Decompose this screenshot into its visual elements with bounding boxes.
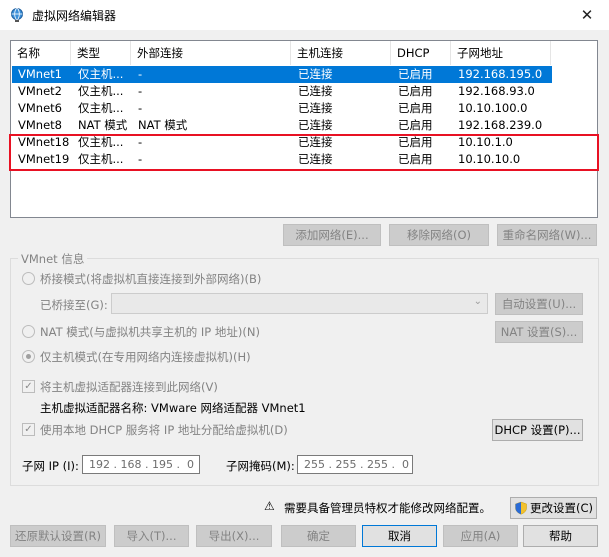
cell-name: VMnet6 [18,101,62,115]
cell-dhcp: 已启用 [398,67,433,81]
shield-icon [515,501,527,515]
column-header-name[interactable]: 名称 [11,41,71,65]
cell-type: NAT 模式 [78,118,128,132]
cell-subnet: 192.168.239.0 [458,118,543,132]
cell-name: VMnet8 [18,118,62,132]
nat-mode-label: NAT 模式(与虚拟机共享主机的 IP 地址)(N) [40,325,260,339]
cell-name: VMnet1 [18,67,62,81]
close-icon: ✕ [580,6,594,24]
column-header-dhcp[interactable]: DHCP [391,41,451,65]
bridged-mode-label: 桥接模式(将虚拟机直接连接到外部网络)(B) [40,272,262,286]
hostonly-mode-radio[interactable] [22,350,35,363]
remove-network-button[interactable]: 移除网络(O) [389,224,489,246]
table-row[interactable]: VMnet2 仅主机... - 已连接 已启用 192.168.93.0 [12,83,552,100]
nat-mode-radio[interactable] [22,325,35,338]
column-header-external[interactable]: 外部连接 [131,41,291,65]
cell-external: NAT 模式 [138,118,188,132]
cancel-button[interactable]: 取消 [362,525,437,547]
subnet-mask-input[interactable]: 255 . 255 . 255 . 0 [297,455,413,474]
hostonly-mode-label: 仅主机模式(在专用网络内连接虚拟机)(H) [40,350,251,364]
adapter-name-text: 主机虚拟适配器名称: VMware 网络适配器 VMnet1 [40,401,306,415]
close-button[interactable]: ✕ [574,3,600,27]
subnet-ip-input[interactable]: 192 . 168 . 195 . 0 [82,455,200,474]
cell-external: - [138,84,143,98]
warning-icon: ⚠ [264,499,275,513]
change-settings-label: 更改设置(C) [529,501,593,515]
vmnet-info-label: VMnet 信息 [18,251,88,267]
cell-dhcp: 已启用 [398,101,433,115]
bridged-to-label: 已桥接至(G): [40,298,108,312]
column-header-host[interactable]: 主机连接 [291,41,391,65]
chevron-down-icon: ⌄ [473,296,482,307]
cell-external: - [138,101,143,115]
cell-subnet: 192.168.93.0 [458,84,535,98]
restore-defaults-button[interactable]: 还原默认设置(R) [10,525,106,547]
connect-adapter-label: 将主机虚拟适配器连接到此网络(V) [40,380,218,394]
network-list[interactable]: 名称 类型 外部连接 主机连接 DHCP 子网地址 VMnet1 仅主机... - 已… [10,40,598,218]
cell-dhcp: 已启用 [398,118,433,132]
cell-host: 已连接 [298,67,333,81]
nat-settings-button[interactable]: NAT 设置(S)... [495,321,583,343]
add-network-button[interactable]: 添加网络(E)... [283,224,381,246]
network-globe-icon [11,8,23,22]
ok-button[interactable]: 确定 [281,525,356,547]
import-button[interactable]: 导入(T)... [114,525,189,547]
cell-subnet: 192.168.195.0 [458,67,543,81]
dhcp-checkbox[interactable]: ✓ [22,423,35,436]
apply-button[interactable]: 应用(A) [443,525,518,547]
subnet-mask-label: 子网掩码(M): [226,459,295,473]
bridged-mode-radio[interactable] [22,272,35,285]
cell-host: 已连接 [298,101,333,115]
dhcp-label: 使用本地 DHCP 服务将 IP 地址分配给虚拟机(D) [40,423,288,437]
window-title: 虚拟网络编辑器 [32,9,117,23]
cell-dhcp: 已启用 [398,84,433,98]
export-button[interactable]: 导出(X)... [196,525,272,547]
cell-type: 仅主机... [78,84,124,98]
column-header-subnet[interactable]: 子网地址 [451,41,551,65]
cell-host: 已连接 [298,84,333,98]
highlight-box [9,134,599,171]
change-settings-button[interactable]: 更改设置(C) [510,497,597,519]
cell-type: 仅主机... [78,67,124,81]
table-row[interactable]: VMnet1 仅主机... - 已连接 已启用 192.168.195.0 [12,66,552,83]
cell-name: VMnet2 [18,84,62,98]
bridged-to-select[interactable]: ⌄ [111,293,488,314]
subnet-ip-label: 子网 IP (I): [22,459,79,473]
cell-subnet: 10.10.100.0 [458,101,528,115]
cell-host: 已连接 [298,118,333,132]
column-header-type[interactable]: 类型 [71,41,131,65]
auto-settings-button[interactable]: 自动设置(U)... [495,293,583,315]
admin-notice: 需要具备管理员特权才能修改网络配置。 [284,501,491,515]
help-button[interactable]: 帮助 [523,525,598,547]
cell-type: 仅主机... [78,101,124,115]
dhcp-settings-button[interactable]: DHCP 设置(P)... [492,419,583,441]
connect-adapter-checkbox[interactable]: ✓ [22,380,35,393]
table-row[interactable]: VMnet6 仅主机... - 已连接 已启用 10.10.100.0 [12,100,552,117]
cell-external: - [138,67,143,81]
table-row[interactable]: VMnet8 NAT 模式 NAT 模式 已连接 已启用 192.168.239.0 [12,117,552,134]
rename-network-button[interactable]: 重命名网络(W)... [497,224,597,246]
